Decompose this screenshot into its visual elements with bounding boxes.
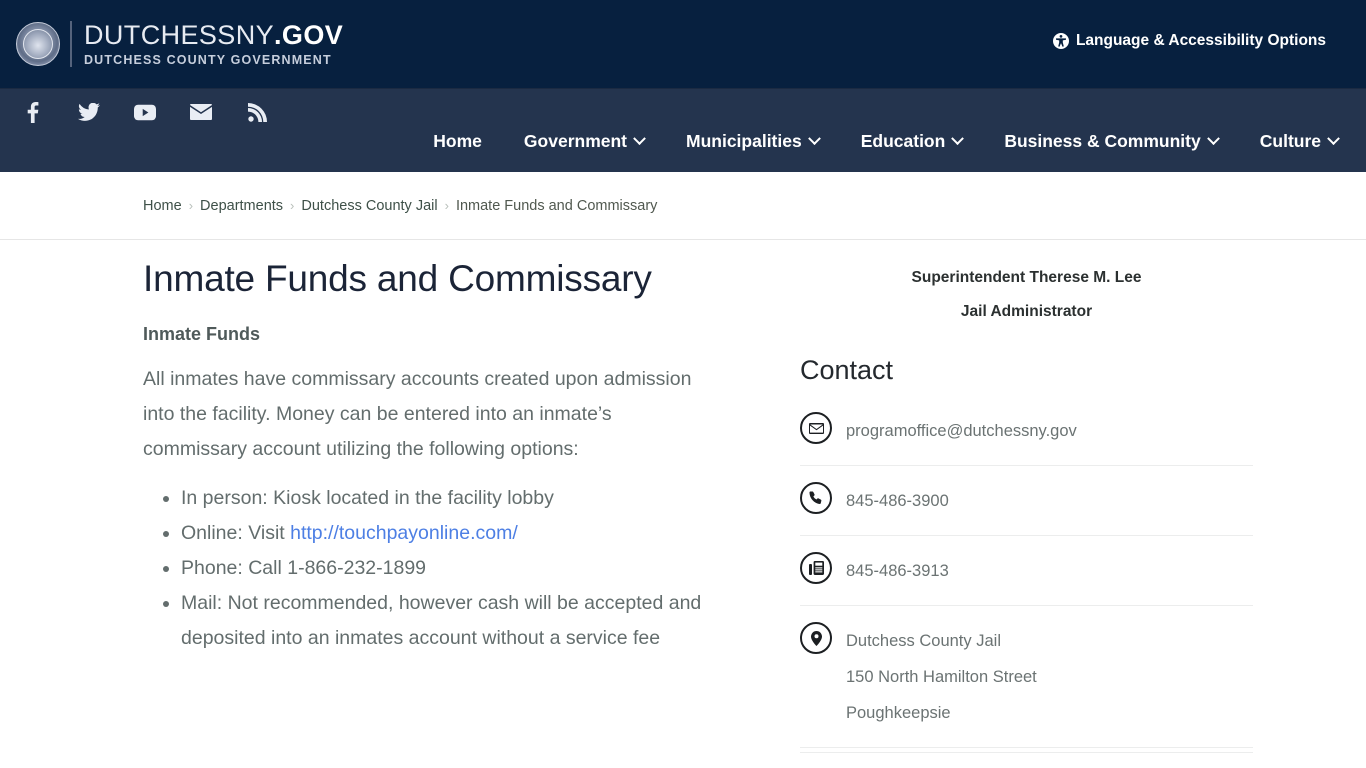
logo-wordmark: DUTCHESSNY.GOV [84, 19, 344, 50]
intro-paragraph: All inmates have commissary accounts cre… [143, 368, 692, 460]
nav-item-home-label: Home [433, 131, 482, 151]
contact-row-address: Dutchess County Jail 150 North Hamilton … [800, 606, 1253, 748]
youtube-icon[interactable] [134, 101, 156, 123]
address-line-3: Poughkeepsie [846, 704, 951, 722]
breadcrumb-separator-icon: › [188, 198, 194, 213]
county-seal-icon [16, 22, 60, 66]
contact-fax-value[interactable]: 845-486-3913 [846, 552, 949, 589]
phone-icon [800, 482, 832, 514]
breadcrumb-separator-icon: › [444, 198, 449, 213]
page-title: Inmate Funds and Commissary [143, 258, 652, 299]
logo-tagline: DUTCHESS COUNTY GOVERNMENT [84, 52, 332, 67]
list-item: In person: Kiosk located in the facility… [181, 481, 720, 516]
nav-item-home[interactable]: Home [427, 127, 488, 156]
contact-row-email: programoffice@dutchessny.gov [800, 396, 1253, 466]
address-line-2: 150 North Hamilton Street [846, 668, 1037, 686]
breadcrumb-separator-icon: › [290, 198, 295, 213]
site-logo[interactable]: DUTCHESSNY.GOV DUTCHESS COUNTY GOVERNMEN… [16, 21, 343, 67]
contact-email-value[interactable]: programoffice@dutchessny.gov [846, 412, 1077, 449]
twitter-icon[interactable] [78, 101, 100, 123]
nav-item-business-community-label: Business & Community [1004, 131, 1201, 151]
email-icon [800, 412, 832, 444]
contact-phone-value[interactable]: 845-486-3900 [846, 482, 949, 519]
map-pin-icon [800, 622, 832, 654]
nav-item-culture[interactable]: Culture [1254, 127, 1344, 156]
chevron-down-icon [633, 132, 646, 146]
chevron-down-icon [951, 132, 965, 146]
facebook-icon[interactable] [22, 101, 44, 123]
logo-wordmark-suffix: .GOV [274, 19, 344, 50]
payment-options-list: In person: Kiosk located in the facility… [143, 481, 720, 656]
list-item-text: Mail: Not recommended, however cash will… [181, 592, 702, 649]
breadcrumb: Home › Departments › Dutchess County Jai… [143, 198, 657, 214]
breadcrumb-item-departments[interactable]: Departments [200, 198, 283, 214]
list-item-text: In person: Kiosk located in the facility… [181, 487, 554, 509]
sidebar: Superintendent Therese M. Lee Jail Admin… [760, 258, 1366, 768]
logo-divider [70, 21, 72, 67]
list-item-text: Online: Visit [181, 522, 291, 544]
nav-item-culture-label: Culture [1259, 131, 1321, 151]
nav-item-municipalities[interactable]: Municipalities [680, 127, 825, 156]
chevron-down-icon [1206, 132, 1220, 146]
contact-row-phone: 845-486-3900 [800, 466, 1253, 536]
list-item: Phone: Call 1-866-232-1899 [181, 551, 720, 586]
chevron-down-icon [1327, 132, 1340, 146]
nav-item-education-label: Education [860, 131, 946, 151]
contact-row-fax: 845-486-3913 [800, 536, 1253, 606]
breadcrumb-item-dutchess-county-jail[interactable]: Dutchess County Jail [301, 198, 437, 214]
fax-icon [800, 552, 832, 584]
email-icon[interactable] [190, 101, 212, 123]
section-heading-inmate-funds: Inmate Funds [143, 324, 261, 344]
breadcrumb-item-current: Inmate Funds and Commissary [455, 197, 658, 214]
top-brand-bar: DUTCHESSNY.GOV DUTCHESS COUNTY GOVERNMEN… [0, 0, 1366, 88]
language-accessibility-options-button[interactable]: Language & Accessibility Options [1052, 32, 1326, 50]
list-item-text: Phone: Call 1-866-232-1899 [181, 557, 427, 579]
touchpayonline-link[interactable]: http://touchpayonline.com/ [290, 522, 518, 544]
breadcrumb-bar: Home › Departments › Dutchess County Jai… [0, 172, 1366, 240]
nav-item-municipalities-label: Municipalities [686, 131, 802, 151]
list-item: Mail: Not recommended, however cash will… [181, 586, 720, 656]
sidebar-footnote: A division of the Dutchess County Sherif… [800, 752, 1253, 768]
nav-item-business-community[interactable]: Business & Community [998, 127, 1223, 156]
superintendent-name: Superintendent Therese M. Lee [911, 269, 1142, 286]
chevron-down-icon [807, 132, 821, 146]
nav-item-education[interactable]: Education [855, 127, 969, 156]
social-links [22, 89, 268, 135]
rss-icon[interactable] [246, 101, 268, 123]
page-content: Inmate Funds and Commissary Inmate Funds… [0, 240, 1366, 768]
nav-item-government-label: Government [523, 131, 627, 151]
contact-address: Dutchess County Jail 150 North Hamilton … [846, 622, 1037, 731]
list-item: Online: Visit http://touchpayonline.com/ [181, 516, 720, 551]
logo-wordmark-prefix: DUTCHESSNY [84, 19, 275, 50]
nav-item-government[interactable]: Government [518, 127, 650, 156]
main-column: Inmate Funds and Commissary Inmate Funds… [0, 258, 760, 768]
main-navigation-bar: Home Government Municipalities Education… [0, 88, 1366, 172]
nav-menu: Home Government Municipalities Education… [427, 127, 1344, 156]
universal-access-icon [1052, 33, 1069, 49]
breadcrumb-item-home[interactable]: Home [143, 198, 182, 214]
language-accessibility-options-label: Language & Accessibility Options [1075, 32, 1326, 49]
superintendent-role: Jail Administrator [960, 303, 1093, 320]
contact-heading: Contact [800, 355, 894, 385]
address-line-1: Dutchess County Jail [846, 632, 1001, 650]
